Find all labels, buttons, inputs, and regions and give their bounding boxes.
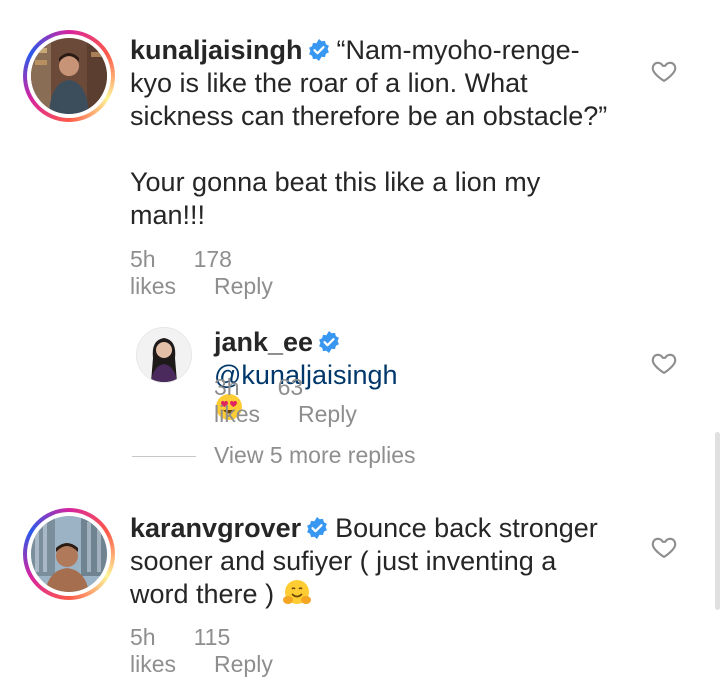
username[interactable]: jank_ee (214, 327, 313, 357)
like-heart-icon[interactable] (650, 349, 678, 377)
comment-text-line: Bounce back stronger (335, 513, 598, 543)
comment-text-line: kyo is like the roar of a lion. What (130, 68, 528, 98)
hugging-face-emoji-icon (282, 580, 311, 604)
timestamp: 3h (214, 374, 240, 400)
timestamp: 5h (130, 624, 156, 650)
avatar[interactable] (31, 38, 107, 114)
view-more-replies-link[interactable]: View 5 more replies (214, 442, 416, 469)
username[interactable]: kunaljaisingh (130, 35, 303, 65)
comment-text-line: “Nam-myoho-renge- (336, 35, 580, 65)
comment-text-line: sickness can therefore be an obstacle?” (130, 101, 608, 131)
comment-text-line: sooner and sufiyer ( just inventing a (130, 546, 557, 576)
timestamp: 5h (130, 246, 156, 272)
avatar[interactable] (136, 327, 192, 383)
comment-text-line: word there ) (130, 579, 275, 609)
avatar[interactable] (31, 516, 107, 592)
reply-button[interactable]: Reply (214, 651, 273, 677)
reply-button[interactable]: Reply (214, 273, 273, 299)
scrollbar[interactable] (715, 432, 720, 610)
avatar-story-ring[interactable] (23, 508, 115, 600)
like-heart-icon[interactable] (650, 533, 678, 561)
divider (132, 456, 196, 457)
verified-badge-icon (308, 39, 329, 61)
comment-text-line: Your gonna beat this like a lion my (130, 167, 541, 197)
verified-badge-icon (319, 331, 339, 353)
like-heart-icon[interactable] (650, 57, 678, 85)
avatar-story-ring[interactable] (23, 30, 115, 122)
reply-button[interactable]: Reply (298, 401, 357, 427)
username[interactable]: karanvgrover (130, 513, 301, 543)
verified-badge-icon (307, 517, 328, 539)
comment-text-line: man!!! (130, 200, 206, 230)
